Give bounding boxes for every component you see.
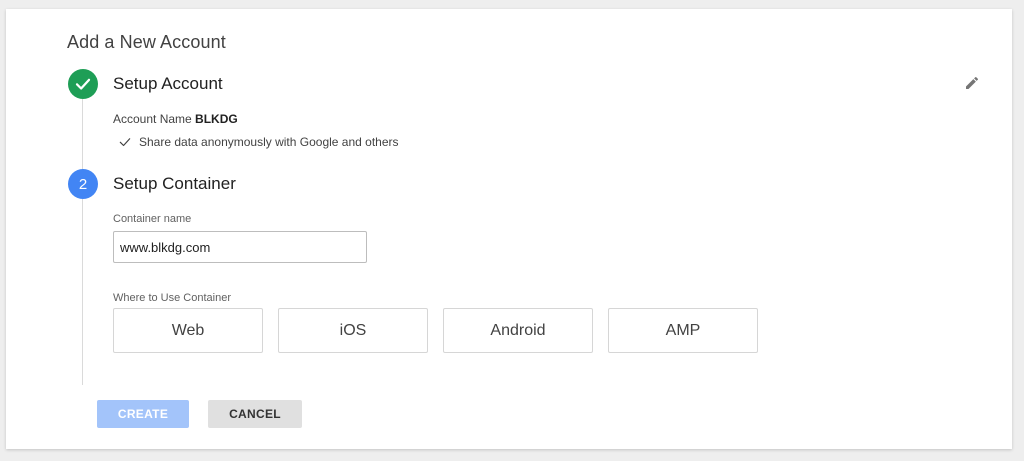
- platform-options: Web iOS Android AMP: [113, 308, 758, 353]
- platform-web-button[interactable]: Web: [113, 308, 263, 353]
- account-name-label: Account Name: [113, 112, 196, 126]
- platform-ios-button[interactable]: iOS: [278, 308, 428, 353]
- check-icon: [75, 78, 91, 90]
- where-to-use-label: Where to Use Container: [113, 292, 231, 304]
- step-number-badge: 2: [68, 169, 98, 199]
- cancel-button[interactable]: CANCEL: [208, 400, 302, 428]
- pencil-icon[interactable]: [964, 75, 980, 91]
- container-name-input[interactable]: [113, 231, 367, 263]
- account-name-row: Account Name BLKDG: [113, 112, 238, 126]
- share-data-row: Share data anonymously with Google and o…: [118, 135, 399, 149]
- platform-amp-button[interactable]: AMP: [608, 308, 758, 353]
- new-account-card: Add a New Account Setup Account Account …: [6, 9, 1012, 449]
- create-button[interactable]: CREATE: [97, 400, 189, 428]
- step-complete-check-icon: [68, 69, 98, 99]
- page-title: Add a New Account: [67, 32, 226, 52]
- checkmark-icon: [119, 138, 131, 147]
- container-name-label: Container name: [113, 213, 192, 225]
- platform-android-button[interactable]: Android: [443, 308, 593, 353]
- account-name-value: BLKDG: [195, 112, 238, 126]
- step-title-setup-container: Setup Container: [113, 174, 236, 193]
- step-title-setup-account: Setup Account: [113, 74, 223, 93]
- share-data-text: Share data anonymously with Google and o…: [139, 135, 399, 149]
- stepper-line: [82, 99, 83, 385]
